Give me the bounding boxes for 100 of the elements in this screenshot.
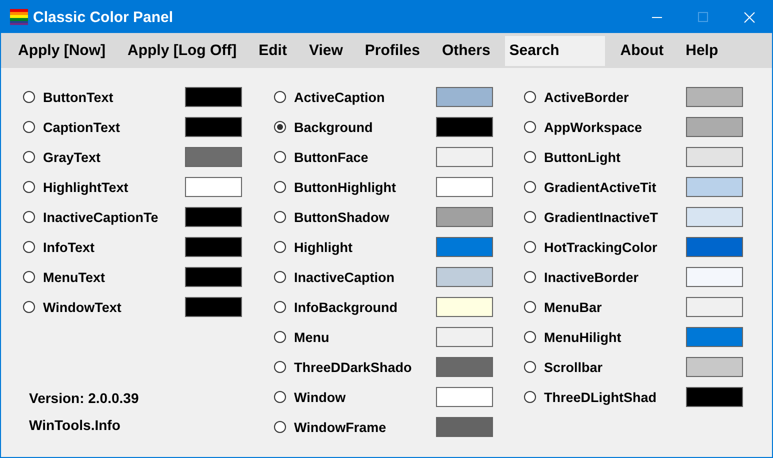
color-name-label[interactable]: ButtonLight: [544, 150, 676, 164]
color-swatch[interactable]: [686, 147, 743, 167]
color-swatch[interactable]: [436, 327, 493, 347]
menu-item[interactable]: Help: [674, 36, 730, 66]
color-swatch[interactable]: [436, 267, 493, 287]
color-name-label[interactable]: InfoText: [43, 240, 175, 254]
color-name-label[interactable]: ThreeDDarkShado: [294, 360, 426, 374]
color-swatch[interactable]: [436, 237, 493, 257]
color-swatch[interactable]: [436, 417, 493, 437]
menu-item[interactable]: About: [609, 36, 675, 66]
color-swatch[interactable]: [185, 237, 242, 257]
color-name-label[interactable]: InactiveBorder: [544, 270, 676, 284]
radio-button[interactable]: [274, 301, 286, 313]
radio-button[interactable]: [23, 151, 35, 163]
radio-button[interactable]: [274, 331, 286, 343]
radio-button[interactable]: [524, 151, 536, 163]
menu-item[interactable]: Apply [Now]: [7, 36, 116, 66]
search-field[interactable]: Search: [505, 36, 606, 66]
radio-button[interactable]: [23, 301, 35, 313]
radio-button[interactable]: [524, 301, 536, 313]
color-name-label[interactable]: ButtonText: [43, 90, 175, 104]
radio-button[interactable]: [524, 331, 536, 343]
color-name-label[interactable]: ButtonShadow: [294, 210, 426, 224]
radio-button[interactable]: [274, 241, 286, 253]
color-name-label[interactable]: ButtonHighlight: [294, 180, 426, 194]
color-swatch[interactable]: [185, 207, 242, 227]
radio-button[interactable]: [524, 181, 536, 193]
radio-button[interactable]: [524, 91, 536, 103]
radio-button[interactable]: [524, 391, 536, 403]
color-name-label[interactable]: GradientActiveTit: [544, 180, 676, 194]
radio-button[interactable]: [274, 211, 286, 223]
color-name-label[interactable]: ThreeDLightShad: [544, 390, 676, 404]
color-swatch[interactable]: [686, 267, 743, 287]
radio-button[interactable]: [274, 121, 286, 133]
color-swatch[interactable]: [436, 87, 493, 107]
color-swatch[interactable]: [686, 207, 743, 227]
color-name-label[interactable]: WindowText: [43, 300, 175, 314]
color-swatch[interactable]: [686, 117, 743, 137]
color-swatch[interactable]: [686, 87, 743, 107]
color-swatch[interactable]: [686, 327, 743, 347]
color-name-label[interactable]: MenuHilight: [544, 330, 676, 344]
color-swatch[interactable]: [185, 297, 242, 317]
color-name-label[interactable]: Window: [294, 390, 426, 404]
color-name-label[interactable]: WindowFrame: [294, 420, 426, 434]
color-name-label[interactable]: Scrollbar: [544, 360, 676, 374]
radio-button[interactable]: [524, 211, 536, 223]
radio-button[interactable]: [23, 91, 35, 103]
radio-button[interactable]: [524, 361, 536, 373]
radio-button[interactable]: [274, 391, 286, 403]
color-swatch[interactable]: [185, 267, 242, 287]
color-swatch[interactable]: [686, 387, 743, 407]
radio-button[interactable]: [23, 181, 35, 193]
color-name-label[interactable]: InactiveCaptionTe: [43, 210, 175, 224]
color-name-label[interactable]: MenuText: [43, 270, 175, 284]
color-swatch[interactable]: [686, 297, 743, 317]
menu-item[interactable]: Others: [430, 36, 502, 66]
menu-item[interactable]: Apply [Log Off]: [116, 36, 248, 66]
color-swatch[interactable]: [185, 147, 242, 167]
color-name-label[interactable]: AppWorkspace: [544, 120, 676, 134]
radio-button[interactable]: [23, 271, 35, 283]
color-name-label[interactable]: MenuBar: [544, 300, 676, 314]
color-swatch[interactable]: [436, 297, 493, 317]
radio-button[interactable]: [274, 271, 286, 283]
color-swatch[interactable]: [436, 117, 493, 137]
color-swatch[interactable]: [436, 207, 493, 227]
radio-button[interactable]: [274, 91, 286, 103]
menu-item[interactable]: Profiles: [354, 36, 431, 66]
color-swatch[interactable]: [436, 177, 493, 197]
color-name-label[interactable]: ActiveCaption: [294, 90, 426, 104]
radio-button[interactable]: [274, 421, 286, 433]
radio-button[interactable]: [23, 211, 35, 223]
radio-button[interactable]: [524, 271, 536, 283]
radio-button[interactable]: [524, 241, 536, 253]
color-swatch[interactable]: [185, 117, 242, 137]
color-swatch[interactable]: [436, 387, 493, 407]
radio-button[interactable]: [23, 241, 35, 253]
color-name-label[interactable]: InfoBackground: [294, 300, 426, 314]
menu-item[interactable]: View: [298, 36, 354, 66]
radio-button[interactable]: [274, 151, 286, 163]
color-name-label[interactable]: Menu: [294, 330, 426, 344]
color-swatch[interactable]: [185, 87, 242, 107]
radio-button[interactable]: [23, 121, 35, 133]
color-name-label[interactable]: Background: [294, 120, 426, 134]
radio-button[interactable]: [274, 181, 286, 193]
color-swatch[interactable]: [686, 237, 743, 257]
color-swatch[interactable]: [686, 177, 743, 197]
radio-button[interactable]: [524, 121, 536, 133]
color-name-label[interactable]: Highlight: [294, 240, 426, 254]
color-swatch[interactable]: [686, 357, 743, 377]
color-name-label[interactable]: ButtonFace: [294, 150, 426, 164]
color-name-label[interactable]: HighlightText: [43, 180, 175, 194]
radio-button[interactable]: [274, 361, 286, 373]
color-name-label[interactable]: HotTrackingColor: [544, 240, 676, 254]
color-name-label[interactable]: CaptionText: [43, 120, 175, 134]
color-swatch[interactable]: [436, 357, 493, 377]
menu-item[interactable]: Edit: [248, 36, 298, 66]
color-name-label[interactable]: ActiveBorder: [544, 90, 676, 104]
color-name-label[interactable]: GrayText: [43, 150, 175, 164]
color-name-label[interactable]: GradientInactiveT: [544, 210, 676, 224]
color-name-label[interactable]: InactiveCaption: [294, 270, 426, 284]
